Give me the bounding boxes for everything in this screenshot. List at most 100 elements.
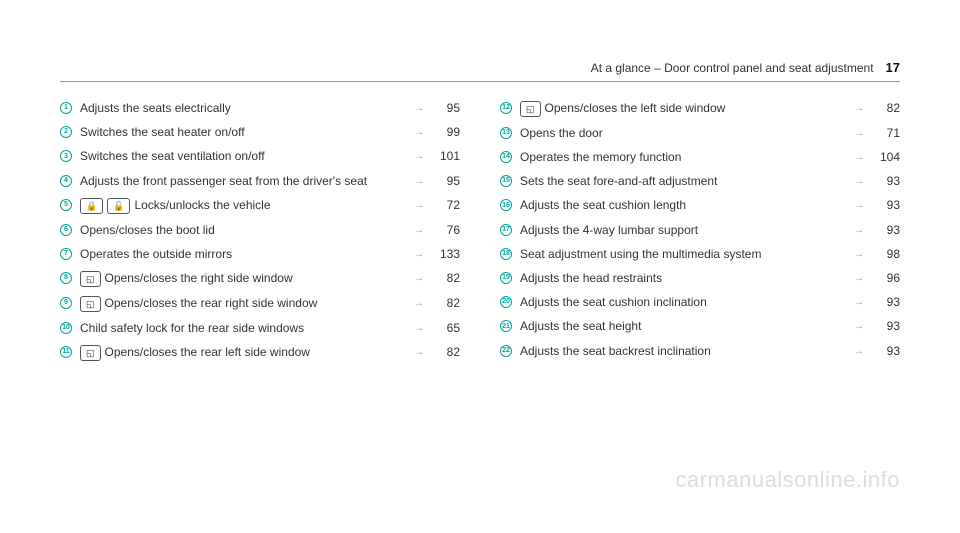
content-columns: 1Adjusts the seats electrically→952Switc… <box>60 100 900 369</box>
list-item: 5 🔒🔓 Locks/unlocks the vehicle → 72 <box>60 197 460 214</box>
item-number: 13 <box>500 127 512 139</box>
list-item: 1Adjusts the seats electrically→95 <box>60 100 460 116</box>
item-text: Opens/closes the rear right side window <box>105 296 318 310</box>
item-label: Child safety lock for the rear side wind… <box>80 320 414 336</box>
item-number: 21 <box>500 320 512 332</box>
left-column: 1Adjusts the seats electrically→952Switc… <box>60 100 460 369</box>
page-ref: 72 <box>430 197 460 213</box>
page-ref: 82 <box>430 270 460 286</box>
item-label: Adjusts the seats electrically <box>80 100 414 116</box>
item-label: 🔒🔓 Locks/unlocks the vehicle <box>80 197 414 214</box>
list-item: 6Opens/closes the boot lid→76 <box>60 222 460 238</box>
list-item: 7 Operates the outside mirrors → 133 <box>60 246 460 262</box>
arrow-icon: → <box>854 175 864 189</box>
button-icon: 🔓 <box>107 198 130 214</box>
item-number: 11 <box>60 346 72 358</box>
list-item: 3 Switches the seat ventilation on/off→ 10… <box>60 148 460 164</box>
arrow-icon: → <box>414 248 424 262</box>
item-number: 14 <box>500 151 512 163</box>
item-label: Adjusts the 4-way lumbar support <box>520 222 854 238</box>
arrow-icon: → <box>414 126 424 140</box>
item-number: 2 <box>60 126 72 138</box>
item-text: Adjusts the seat cushion length <box>520 198 686 212</box>
page-ref: 71 <box>870 125 900 141</box>
arrow-icon: → <box>414 297 424 311</box>
item-label: Adjusts the seat cushion inclination <box>520 294 854 310</box>
list-item: 21Adjusts the seat height→93 <box>500 318 900 334</box>
item-label: ◱Opens/closes the right side window <box>80 270 414 287</box>
item-number: 20 <box>500 296 512 308</box>
list-item: 12◱Opens/closes the left side window→82 <box>500 100 900 117</box>
arrow-icon: → <box>854 199 864 213</box>
page-ref: 82 <box>430 344 460 360</box>
arrow-icon: → <box>854 272 864 286</box>
list-item: 8◱Opens/closes the right side window→82 <box>60 270 460 287</box>
arrow-icon: → <box>854 224 864 238</box>
list-item: 19Adjusts the head restraints→96 <box>500 270 900 286</box>
item-label: Adjusts the front passenger seat from th… <box>80 173 414 189</box>
arrow-icon: → <box>414 102 424 116</box>
item-text: Seat adjustment using the multimedia sys… <box>520 247 761 261</box>
item-number: 17 <box>500 224 512 236</box>
item-text: Switches the seat heater on/off <box>80 125 245 139</box>
right-column: 12◱Opens/closes the left side window→821… <box>500 100 900 369</box>
item-text: Opens/closes the boot lid <box>80 223 215 237</box>
item-text: Opens the door <box>520 126 603 140</box>
page-ref: 93 <box>870 318 900 334</box>
item-number: 8 <box>60 272 72 284</box>
item-label: Adjusts the head restraints <box>520 270 854 286</box>
button-icon: 🔒 <box>80 198 103 214</box>
item-number: 10 <box>60 322 72 334</box>
item-label: ◱ Opens/closes the rear right side window <box>80 295 414 312</box>
item-text: Operates the outside mirrors <box>80 247 232 261</box>
item-text: Locks/unlocks the vehicle <box>134 198 270 212</box>
arrow-icon: → <box>414 199 424 213</box>
arrow-icon: → <box>854 345 864 359</box>
page-ref: 93 <box>870 294 900 310</box>
button-icon: ◱ <box>80 296 101 312</box>
page-ref: 101 <box>430 148 460 164</box>
item-number: 22 <box>500 345 512 357</box>
item-text: Opens/closes the right side window <box>105 271 293 285</box>
page-ref: 65 <box>430 320 460 336</box>
page-ref: 99 <box>430 124 460 140</box>
list-item: 22 Adjusts the seat backrest inclination →… <box>500 343 900 359</box>
item-text: Adjusts the seat backrest inclination <box>520 344 711 358</box>
item-text: Sets the seat fore-and-aft adjustment <box>520 174 717 188</box>
page-ref: 93 <box>870 222 900 238</box>
item-number: 3 <box>60 150 72 162</box>
item-text: Adjusts the head restraints <box>520 271 662 285</box>
item-number: 16 <box>500 199 512 211</box>
arrow-icon: → <box>854 102 864 116</box>
page-ref: 133 <box>430 246 460 262</box>
header-page: 17 <box>886 60 900 75</box>
item-label: Switches the seat ventilation on/off <box>80 148 414 164</box>
list-item: 9 ◱ Opens/closes the rear right side windo… <box>60 295 460 312</box>
item-label: Adjusts the seat cushion length <box>520 197 854 213</box>
item-number: 5 <box>60 199 72 211</box>
watermark: carmanualsonline.info <box>675 467 900 493</box>
item-label: ◱ Opens/closes the rear left side window <box>80 344 414 361</box>
item-number: 7 <box>60 248 72 260</box>
page-ref: 93 <box>870 197 900 213</box>
item-label: Adjusts the seat height <box>520 318 854 334</box>
item-text: Opens/closes the left side window <box>545 101 726 115</box>
page-ref: 82 <box>430 295 460 311</box>
item-number: 6 <box>60 224 72 236</box>
item-label: Seat adjustment using the multimedia sys… <box>520 246 854 262</box>
list-item: 13 Opens the door → 71 <box>500 125 900 141</box>
arrow-icon: → <box>414 150 424 164</box>
arrow-icon: → <box>854 248 864 262</box>
item-label: ◱Opens/closes the left side window <box>520 100 854 117</box>
item-number: 4 <box>60 175 72 187</box>
arrow-icon: → <box>414 346 424 360</box>
list-item: 2 Switches the seat heater on/off → 99 <box>60 124 460 140</box>
item-text: Opens/closes the rear left side window <box>105 345 310 359</box>
button-icon: ◱ <box>80 345 101 361</box>
page-ref: 95 <box>430 100 460 116</box>
arrow-icon: → <box>854 296 864 310</box>
page-ref: 76 <box>430 222 460 238</box>
item-number: 9 <box>60 297 72 309</box>
page-ref: 104 <box>870 149 900 165</box>
arrow-icon: → <box>854 127 864 141</box>
